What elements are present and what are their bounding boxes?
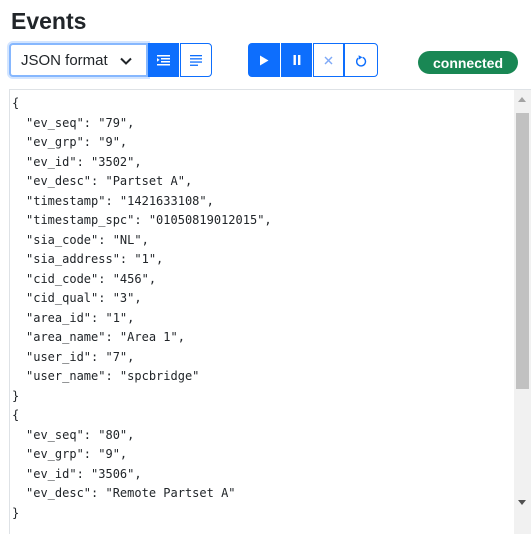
json-field: "ev_seq": "80", [26,427,135,442]
scroll-thumb[interactable] [516,113,529,389]
page-title: Events [11,8,87,34]
pause-button[interactable] [281,43,312,77]
list-lines-icon [190,54,202,66]
json-field: "cid_code": "456", [26,271,157,286]
toolbar: JSON format connected [9,43,524,79]
json-field: "cid_qual": "3", [26,291,142,305]
json-field: "user_id": "7", [26,349,135,364]
scroll-up-icon[interactable] [518,97,526,102]
refresh-icon [356,54,367,67]
view-lines-button[interactable] [180,43,212,77]
log-scrollbar[interactable] [514,90,531,534]
json-field: "ev_desc": "Remote Partset A" [26,486,236,500]
close-icon [324,56,333,64]
status-badge: connected [418,51,518,74]
clear-button[interactable] [313,43,344,77]
json-brace-close: } [12,505,20,520]
format-select[interactable]: JSON format [9,43,148,77]
play-icon [260,55,269,65]
json-field: "ev_id": "3506", [26,466,142,481]
json-field: "user_name": "spcbridge" [26,369,200,383]
events-log[interactable]: { "ev_seq": "79", "ev_grp": "9", "ev_id": "… [9,89,531,534]
json-field: "ev_desc": "Partset A", [26,174,193,188]
json-field: "ev_grp": "9", [26,135,128,149]
json-field: "area_name": "Area 1", [26,330,185,344]
json-field: "timestamp": "1421633108", [26,193,214,208]
json-field: "area_id": "1", [26,310,135,325]
chevron-down-icon [120,57,132,65]
json-field: "sia_code": "NL", [26,232,149,247]
pause-icon [293,55,300,65]
events-code: { "ev_seq": "79", "ev_grp": "9", "ev_id": "… [12,94,507,523]
json-brace-open: { [12,96,20,110]
list-compact-icon [157,54,170,65]
scroll-down-icon[interactable] [518,500,526,505]
json-brace-close: } [12,388,20,403]
format-select-value: JSON format [21,51,108,69]
json-field: "ev_seq": "79", [26,115,135,130]
view-compact-button[interactable] [148,43,179,77]
json-field: "sia_address": "1", [26,252,164,266]
json-field: "timestamp_spc": "01050819012015", [26,213,272,227]
json-brace-open: { [12,408,20,422]
refresh-button[interactable] [344,43,378,77]
play-button[interactable] [248,43,280,77]
json-field: "ev_grp": "9", [26,447,128,461]
json-field: "ev_id": "3502", [26,154,142,169]
